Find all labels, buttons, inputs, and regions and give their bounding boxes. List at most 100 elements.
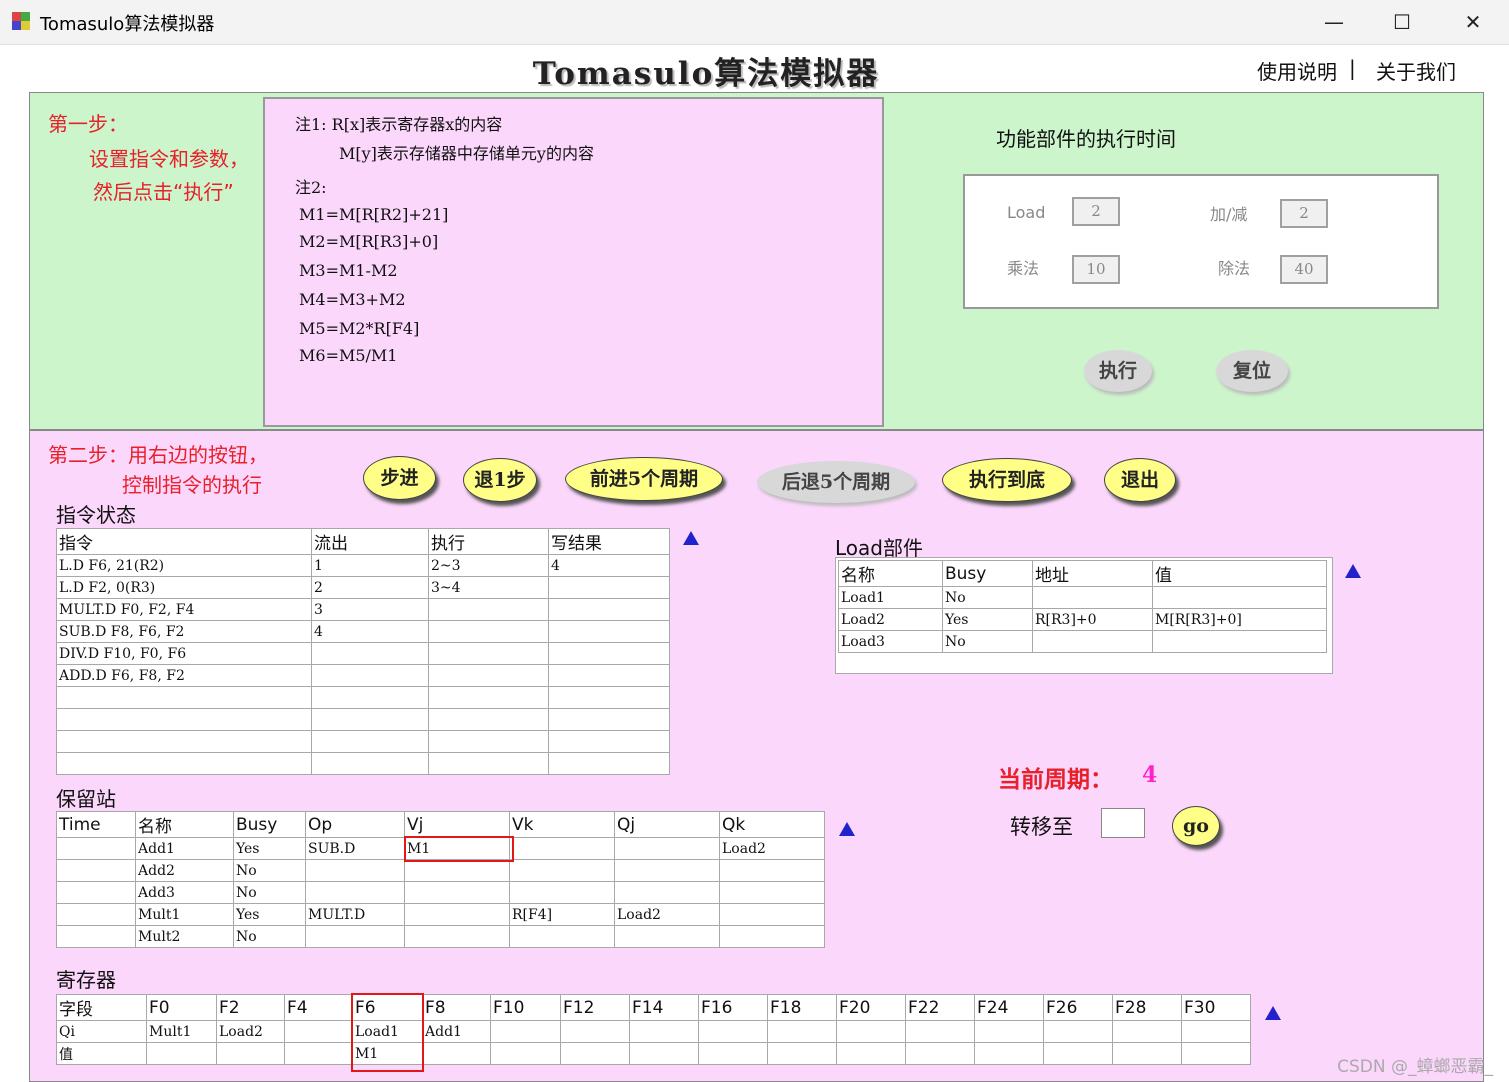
table-cell bbox=[146, 1042, 217, 1065]
table-cell: 3 bbox=[311, 598, 429, 621]
table-cell bbox=[560, 1020, 630, 1043]
table-cell bbox=[548, 598, 670, 621]
table-cell bbox=[311, 686, 429, 709]
table-cell bbox=[284, 1020, 353, 1043]
column-header: 名称 bbox=[135, 811, 234, 838]
forward-five-button[interactable]: 前进5个周期 bbox=[565, 457, 723, 501]
table-cell bbox=[836, 1020, 906, 1043]
table-cell bbox=[836, 1042, 906, 1065]
table-row: DIV.D F10, F0, F6 bbox=[56, 642, 670, 665]
table-cell bbox=[1112, 1020, 1182, 1043]
scroll-up-icon[interactable] bbox=[1345, 564, 1361, 578]
highlight-box bbox=[404, 836, 514, 862]
table-cell bbox=[305, 925, 405, 948]
table-cell bbox=[1043, 1042, 1113, 1065]
table-cell: SUB.D F8, F6, F2 bbox=[56, 620, 312, 643]
column-header: Vk bbox=[509, 811, 615, 838]
load-time-label: Load bbox=[1007, 203, 1046, 222]
go-button[interactable]: go bbox=[1172, 806, 1220, 846]
table-cell bbox=[428, 752, 549, 775]
table-cell bbox=[422, 1042, 491, 1065]
table-row bbox=[56, 708, 670, 731]
table-cell bbox=[974, 1020, 1044, 1043]
goto-cycle-input[interactable] bbox=[1101, 808, 1145, 838]
table-cell: Load2 bbox=[838, 608, 943, 631]
execute-button[interactable]: 执行 bbox=[1084, 350, 1152, 392]
reset-button[interactable]: 复位 bbox=[1216, 350, 1288, 392]
instr-status-title: 指令状态 bbox=[56, 503, 136, 527]
div-time-input[interactable]: 40 bbox=[1280, 255, 1328, 284]
note2-line: M6=M5/M1 bbox=[299, 346, 398, 365]
table-cell bbox=[1032, 630, 1153, 653]
back-one-button[interactable]: 退1步 bbox=[463, 458, 537, 502]
step1-heading: 第一步： bbox=[48, 112, 128, 136]
table-cell: Yes bbox=[233, 837, 306, 860]
table-cell: 4 bbox=[311, 620, 429, 643]
maximize-button[interactable]: ☐ bbox=[1372, 6, 1432, 38]
table-cell: L.D F6, 21(R2) bbox=[56, 554, 312, 577]
load-time-input[interactable]: 2 bbox=[1072, 197, 1120, 226]
table-cell bbox=[311, 664, 429, 687]
table-cell: SUB.D bbox=[305, 837, 405, 860]
mul-time-label: 乘法 bbox=[1007, 259, 1040, 278]
table-cell bbox=[509, 881, 615, 904]
table-cell: Add1 bbox=[422, 1020, 491, 1043]
column-header: 字段 bbox=[56, 994, 147, 1021]
table-cell: Load2 bbox=[719, 837, 825, 860]
table-cell bbox=[428, 686, 549, 709]
table-cell bbox=[629, 1042, 699, 1065]
column-header: F2 bbox=[216, 994, 285, 1021]
registers-title: 寄存器 bbox=[56, 968, 116, 992]
run-to-end-button[interactable]: 执行到底 bbox=[942, 458, 1072, 502]
instr-status-table: 指令 流出 执行 写结果 L.D F6, 21(R2) 1 2~3 4 L.D F2, 0(R3… bbox=[56, 528, 670, 775]
column-header: F4 bbox=[284, 994, 353, 1021]
note1-a: 注1: R[x]表示寄存器x的内容 bbox=[295, 115, 503, 134]
reservation-title: 保留站 bbox=[56, 787, 116, 811]
column-header: Qk bbox=[719, 811, 825, 838]
table-row: Load1 No bbox=[838, 586, 1327, 609]
func-units-title: 功能部件的执行时间 bbox=[996, 127, 1176, 151]
table-cell bbox=[905, 1020, 975, 1043]
table-cell: Load2 bbox=[216, 1020, 285, 1043]
table-cell: MULT.D F0, F2, F4 bbox=[56, 598, 312, 621]
table-row: Load3 No bbox=[838, 630, 1327, 653]
back-five-button[interactable]: 后退5个周期 bbox=[757, 461, 915, 503]
close-button[interactable]: ✕ bbox=[1443, 6, 1503, 38]
table-cell bbox=[614, 837, 720, 860]
column-header: 写结果 bbox=[548, 528, 670, 555]
column-header: F26 bbox=[1043, 994, 1113, 1021]
table-cell bbox=[1152, 630, 1327, 653]
exit-button[interactable]: 退出 bbox=[1104, 458, 1176, 502]
table-cell bbox=[548, 752, 670, 775]
table-cell bbox=[428, 664, 549, 687]
table-header-row: 字段 F0 F2 F4 F6 F8 F10 F12 F14 F16 F18 F20 F22 F24 F26 F… bbox=[56, 994, 1251, 1021]
scroll-up-icon[interactable] bbox=[1265, 1006, 1281, 1020]
func-units-box: Load 2 加/减 2 乘法 10 除法 40 bbox=[963, 174, 1439, 309]
watermark: CSDN @_蟑螂恶霸_ bbox=[1337, 1057, 1493, 1077]
note2-line: M1=M[R[R2]+21] bbox=[299, 205, 449, 224]
column-header: F10 bbox=[490, 994, 561, 1021]
table-cell bbox=[1181, 1020, 1251, 1043]
step-button[interactable]: 步进 bbox=[363, 456, 436, 500]
table-cell bbox=[311, 752, 429, 775]
column-header: Busy bbox=[233, 811, 306, 838]
table-cell bbox=[548, 664, 670, 687]
minimize-button[interactable]: — bbox=[1304, 6, 1364, 38]
app-title: Tomasulo算法模拟器 bbox=[532, 56, 880, 92]
column-header: F22 bbox=[905, 994, 975, 1021]
table-cell: Mult1 bbox=[135, 903, 234, 926]
about-link[interactable]: 关于我们 bbox=[1376, 56, 1456, 85]
table-cell: R[F4] bbox=[509, 903, 615, 926]
scroll-up-icon[interactable] bbox=[839, 822, 855, 836]
table-cell: Load2 bbox=[614, 903, 720, 926]
table-row: Add2 No bbox=[56, 859, 825, 882]
scroll-up-icon[interactable] bbox=[683, 531, 699, 545]
app-icon bbox=[12, 12, 30, 30]
column-header: 值 bbox=[1152, 560, 1327, 587]
addsub-time-input[interactable]: 2 bbox=[1280, 199, 1328, 228]
note2-line: M4=M3+M2 bbox=[299, 290, 406, 309]
column-header: 地址 bbox=[1032, 560, 1153, 587]
table-cell bbox=[311, 730, 429, 753]
mul-time-input[interactable]: 10 bbox=[1072, 255, 1120, 284]
help-link[interactable]: 使用说明 bbox=[1257, 56, 1337, 85]
